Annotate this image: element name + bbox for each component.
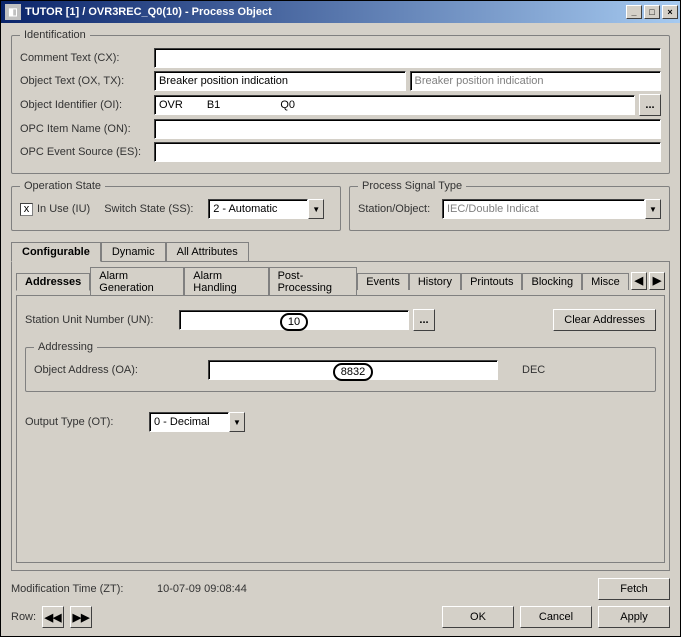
object-identifier-input[interactable]: OVR B1 Q0 — [154, 95, 635, 115]
station-unit-value: 10 — [280, 313, 308, 331]
output-type-select[interactable]: ▼ — [149, 412, 245, 432]
station-object-label: Station/Object: — [358, 203, 438, 215]
app-icon: ◧ — [5, 4, 21, 20]
operation-state-legend: Operation State — [20, 180, 105, 192]
maximize-button[interactable]: □ — [644, 5, 660, 19]
comment-text-label: Comment Text (CX): — [20, 52, 150, 64]
switch-state-select[interactable]: ▼ — [208, 199, 324, 219]
fetch-button[interactable]: Fetch — [598, 578, 670, 600]
operation-state-group: Operation State x In Use (IU) Switch Sta… — [11, 180, 341, 231]
tab-alarm-handling[interactable]: Alarm Handling — [184, 267, 268, 296]
window-title: TUTOR [1] / OVR3REC_Q0(10) - Process Obj… — [25, 6, 624, 18]
primary-tabs: Configurable Dynamic All Attributes — [11, 241, 670, 261]
object-text-input[interactable] — [154, 71, 406, 91]
tab-history[interactable]: History — [409, 273, 461, 290]
tabs-scroll-right-button[interactable]: ▶ — [649, 272, 665, 290]
comment-text-input[interactable] — [154, 48, 661, 68]
station-object-select[interactable]: ▼ — [442, 199, 661, 219]
clear-addresses-button[interactable]: Clear Addresses — [553, 309, 656, 331]
output-type-value[interactable] — [149, 412, 229, 432]
row-next-button[interactable]: ▶▶ — [70, 606, 92, 628]
tab-events[interactable]: Events — [357, 273, 409, 290]
object-address-label: Object Address (OA): — [34, 364, 204, 376]
opc-event-source-label: OPC Event Source (ES): — [20, 146, 150, 158]
addressing-group: Addressing Object Address (OA): 8832 DEC — [25, 341, 656, 392]
tab-alarm-generation[interactable]: Alarm Generation — [90, 267, 184, 296]
in-use-label: In Use (IU) — [37, 203, 90, 215]
titlebar: ◧ TUTOR [1] / OVR3REC_Q0(10) - Process O… — [1, 1, 680, 23]
tab-addresses[interactable]: Addresses — [16, 273, 90, 291]
addressing-legend: Addressing — [34, 341, 97, 353]
tab-configurable[interactable]: Configurable — [11, 242, 101, 262]
minimize-button[interactable]: _ — [626, 5, 642, 19]
identification-group: Identification Comment Text (CX): Object… — [11, 29, 670, 174]
modification-time-value: 10-07-09 09:08:44 — [157, 583, 247, 595]
switch-state-value[interactable] — [208, 199, 308, 219]
opc-item-name-input[interactable] — [154, 119, 661, 139]
row-prev-button[interactable]: ◀◀ — [42, 606, 64, 628]
tab-printouts[interactable]: Printouts — [461, 273, 522, 290]
primary-tab-panel: Addresses Alarm Generation Alarm Handlin… — [11, 261, 670, 571]
tabs-scroll-left-button[interactable]: ◀ — [631, 272, 647, 290]
tab-dynamic[interactable]: Dynamic — [101, 242, 166, 262]
cancel-button[interactable]: Cancel — [520, 606, 592, 628]
ok-button[interactable]: OK — [442, 606, 514, 628]
chevron-down-icon[interactable]: ▼ — [308, 199, 324, 219]
oi-part-1: OVR — [159, 99, 183, 111]
object-identifier-label: Object Identifier (OI): — [20, 99, 150, 111]
object-address-value: 8832 — [333, 363, 373, 381]
switch-state-label: Switch State (SS): — [104, 203, 204, 215]
close-button[interactable]: × — [662, 5, 678, 19]
tab-all-attributes[interactable]: All Attributes — [166, 242, 249, 262]
object-address-input[interactable]: 8832 — [208, 360, 498, 380]
process-signal-legend: Process Signal Type — [358, 180, 466, 192]
footer: Modification Time (ZT): 10-07-09 09:08:4… — [11, 572, 670, 628]
identification-legend: Identification — [20, 29, 90, 41]
object-text-label: Object Text (OX, TX): — [20, 75, 150, 87]
opc-event-source-input[interactable] — [154, 142, 661, 162]
object-identifier-browse-button[interactable]: ... — [639, 94, 661, 116]
object-address-unit: DEC — [522, 364, 545, 376]
tab-post-processing[interactable]: Post-Processing — [269, 267, 358, 296]
process-object-window: ◧ TUTOR [1] / OVR3REC_Q0(10) - Process O… — [0, 0, 681, 637]
output-type-label: Output Type (OT): — [25, 416, 145, 428]
apply-button[interactable]: Apply — [598, 606, 670, 628]
station-unit-label: Station Unit Number (UN): — [25, 314, 175, 326]
object-text-display — [410, 71, 662, 91]
station-object-value — [442, 199, 645, 219]
chevron-down-icon[interactable]: ▼ — [645, 199, 661, 219]
oi-part-2: B1 — [207, 99, 220, 111]
in-use-checkbox[interactable]: x — [20, 203, 33, 216]
opc-item-name-label: OPC Item Name (ON): — [20, 123, 150, 135]
chevron-down-icon[interactable]: ▼ — [229, 412, 245, 432]
secondary-tabs: Addresses Alarm Generation Alarm Handlin… — [16, 266, 665, 295]
station-unit-browse-button[interactable]: ... — [413, 309, 435, 331]
row-label: Row: — [11, 611, 36, 623]
addresses-panel: Station Unit Number (UN): 10 ... Clear A… — [16, 295, 665, 563]
modification-time-label: Modification Time (ZT): — [11, 583, 151, 595]
oi-part-3: Q0 — [280, 99, 295, 111]
tab-blocking[interactable]: Blocking — [522, 273, 582, 290]
in-use-check-mark: x — [24, 204, 30, 215]
station-unit-input[interactable]: 10 — [179, 310, 409, 330]
process-signal-group: Process Signal Type Station/Object: ▼ — [349, 180, 670, 231]
tab-misc[interactable]: Misce — [582, 273, 629, 290]
